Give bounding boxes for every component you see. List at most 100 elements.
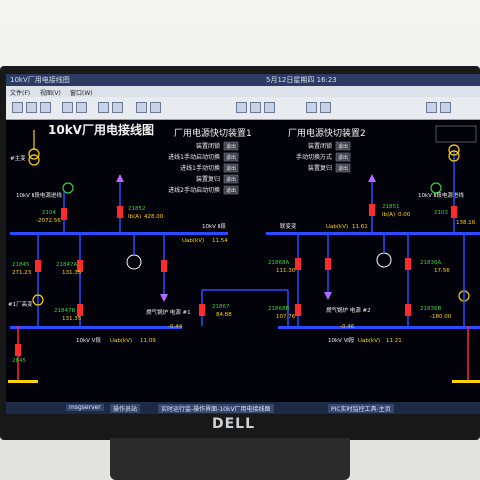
panel-left-badge-text-4: 退出 [226,187,236,194]
breaker-21847b[interactable] [77,304,83,316]
b2645-label: 2645 [12,358,26,364]
boiler-right-value: -0.46 [340,324,355,330]
breaker-21845[interactable] [35,260,41,272]
panel-left-label-4: 进线2手动启动切换 [168,186,220,194]
panel-left-badge-text-0: 退出 [226,143,236,150]
tool-a-icon[interactable] [236,102,247,113]
back-icon[interactable] [12,102,23,113]
b21836b-value: -180.00 [430,314,452,320]
boiler-left-label: 燃气锅炉 电源 #1 [146,308,191,316]
arrow-down-right-icon [324,292,332,300]
panel-right-badge-text-2: 退出 [338,165,348,172]
bus-10kv-vi [278,326,480,329]
panel-right-label-0: 装置闭锁 [308,142,332,150]
bus-ii-label: 10kV Ⅱ段 [202,222,226,230]
save-icon[interactable] [112,102,123,113]
b21851-ia: Ib(A) [382,212,395,218]
zoom-out-icon[interactable] [76,102,87,113]
panel-left-label-0: 装置闭锁 [196,142,220,150]
panel-left-badge-text-2: 退出 [226,165,236,172]
alarm-icon[interactable] [136,102,147,113]
standby-label: 联变变 [280,222,297,230]
menu-view[interactable]: 视图(V) [40,88,61,97]
b21836a-label: 21836A [420,260,441,266]
breaker-2104[interactable] [61,208,67,220]
window-clock: 5月12日星期四 16:23 [266,76,337,84]
breaker-21852[interactable] [117,206,123,218]
panel-right-label-1: 手动切换方式 [296,153,332,161]
arrow-down-icon [160,294,168,302]
taskbar-item-2[interactable]: 操作员站 [110,404,141,413]
b21836a-value: 17.56 [434,268,450,274]
bus-iii-unit: Uab(kV) [326,224,348,230]
bus-10kv-v [10,326,182,329]
breaker-boiler-left[interactable] [161,260,167,272]
b2104-label: 2104 [42,210,56,216]
toolbar [6,97,480,120]
incoming-right-label: 10kV Ⅱ段电源进线 [418,191,464,199]
tool-d-icon[interactable] [306,102,317,113]
b21847b-label: 21847B [54,308,75,314]
breaker-21851[interactable] [369,204,375,216]
breaker-boiler-right[interactable] [325,258,331,270]
breaker-21868b[interactable] [295,304,301,316]
taskbar-item-4[interactable]: PIC实时监控工具-主页 [328,404,394,413]
breaker-21867[interactable] [199,304,205,316]
tool-c-icon[interactable] [264,102,275,113]
single-line-diagram: 10kV厂用电接线图 厂用电源快切装置1 厂用电源快切装置2 装置闭锁 退出 进线1… [6,120,480,396]
b21868b-value: 107.76 [276,314,296,320]
b21868a-value: 111.30 [276,268,296,274]
b21845-value: 271.23 [12,270,32,276]
b21852-label: 21852 [128,206,146,212]
b21836b-label: 21836B [420,306,441,312]
b21867-label: 21867 [212,304,230,310]
refresh-icon[interactable] [150,102,161,113]
bus-vi-value: 11.21 [386,338,402,344]
diagram-title: 10kV厂用电接线图 [48,122,154,137]
main-transformer-label: #主变 [10,154,26,162]
b21847b-value: 131.35 [62,316,82,322]
main-transformer-left-icon [28,148,40,160]
menu-bar: 文件(F) 视图(V) 窗口(W) [6,86,480,97]
arrow-up-right-icon [368,174,376,182]
panel-right-label-2: 装置复归 [308,164,332,172]
b21847a-label: 21847A [56,262,77,268]
standby-left-label: #1厂高变 [8,300,33,308]
breaker-21836a[interactable] [405,258,411,270]
tool-f-icon[interactable] [426,102,437,113]
menu-window[interactable]: 窗口(W) [70,88,93,97]
main-transformer-left-icon-2 [28,154,40,166]
forward-icon[interactable] [26,102,37,113]
breaker-2103[interactable] [451,206,457,218]
zoom-in-icon[interactable] [62,102,73,113]
b21852-value: 428.00 [144,214,164,220]
bus-10kv-iii-right [266,232,480,235]
bus-v-unit: Uab(kV) [110,338,132,344]
right-top-box [435,125,477,143]
taskbar-item-1[interactable]: msgserver [66,404,104,411]
breaker-21868a[interactable] [295,258,301,270]
breaker-21836b[interactable] [405,304,411,316]
bus-vi-label: 10kV Ⅵ段 [328,336,355,344]
tool-e-icon[interactable] [320,102,331,113]
b2103-label: 2103 [434,210,448,216]
home-icon[interactable] [40,102,51,113]
panel-left-heading: 厂用电源快切装置1 [174,127,252,139]
tool-b-icon[interactable] [250,102,261,113]
arrow-up-icon [116,174,124,182]
left-pt-icon [62,182,74,194]
panel-left-label-2: 进线1手动切换 [180,164,220,172]
breaker-2645[interactable] [15,344,21,356]
panel-right: 装置闭锁 退出手动切换方式 退出装置复归 退出 [296,141,351,173]
print-icon[interactable] [98,102,109,113]
menu-file[interactable]: 文件(F) [10,88,30,97]
bus-10kv-ii-left [10,232,228,235]
monitor-stand [110,438,350,480]
b21852-ia: Ib(A) [128,214,141,220]
taskbar-item-3[interactable]: 实时运行监-操作界面-10kV厂用电接线图 [158,404,274,413]
panel-left: 装置闭锁 退出进线1手动启动切换 退出进线1手动切换 退出装置复归 退出进线2手动启动切… [168,141,239,195]
window-titlebar: 10kV厂用电接线图 5月12日星期四 16:23 [6,74,480,86]
diagram-svg: 10kV厂用电接线图 厂用电源快切装置1 厂用电源快切装置2 装置闭锁 退出进线1… [8,122,480,383]
tool-g-icon[interactable] [440,102,451,113]
b21851-value: 0.00 [398,212,411,218]
